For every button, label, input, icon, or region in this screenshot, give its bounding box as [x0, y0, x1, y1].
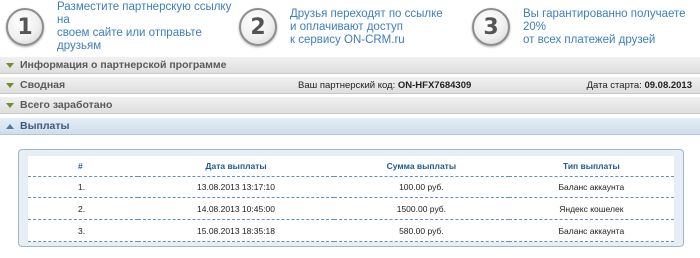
partner-code: Ваш партнерский код: ON-HFX7684309	[298, 80, 471, 91]
cell-type: Баланс аккаунта	[508, 176, 674, 199]
cell-date: 13.08.2013 13:17:10	[138, 176, 335, 199]
cell-date: 14.08.2013 10:45:00	[138, 197, 335, 221]
step-number-1-icon: 1	[6, 8, 44, 46]
triangle-up-icon	[6, 123, 14, 129]
section-summary-title: Сводная	[20, 79, 66, 91]
table-row: 3. 15.08.2013 18:35:18 580.00 руб. Балан…	[28, 219, 674, 242]
partner-steps: 1 Разместите партнерскую ссылку на своем…	[0, 0, 700, 54]
cell-number: 3.	[28, 219, 138, 242]
col-type-header: Тип выплаты	[508, 156, 674, 177]
start-date-label: Дата старта:	[586, 79, 642, 91]
step-3-line: от всех платежей друзей	[523, 33, 656, 46]
table-header-row: # Дата выплаты Сумма выплаты Тип выплаты	[28, 156, 674, 177]
payouts-panel: # Дата выплаты Сумма выплаты Тип выплаты…	[18, 149, 684, 247]
step-2: 2 Друзья переходят по ссылке и оплачиваю…	[233, 0, 466, 54]
cell-type: Баланс аккаунта	[508, 219, 674, 242]
section-payouts-header[interactable]: Выплаты	[0, 117, 700, 135]
step-3: 3 Вы гарантированно получаете 20% от все…	[466, 0, 699, 54]
step-2-text: Друзья переходят по ссылке и оплачивают …	[290, 8, 443, 47]
step-3-text: Вы гарантированно получаете 20% от всех …	[523, 8, 699, 47]
step-1-line: Разместите партнерскую ссылку на	[57, 1, 232, 26]
step-1: 1 Разместите партнерскую ссылку на своем…	[0, 0, 233, 54]
step-number-2-icon: 2	[239, 8, 277, 46]
step-1-line: своем сайте или отправьте друзьям	[57, 27, 202, 52]
section-payouts-title: Выплаты	[20, 120, 70, 132]
col-number-header: #	[28, 156, 138, 177]
section-earned-header[interactable]: Всего заработано	[0, 96, 700, 114]
start-date: Дата старта: 09.08.2013	[587, 80, 692, 91]
cell-amount: 100.00 руб.	[334, 176, 509, 199]
section-summary-header[interactable]: Сводная Ваш партнерский код: ON-HFX76843…	[0, 76, 700, 94]
triangle-down-icon	[6, 82, 14, 88]
step-2-line: к сервису ON-CRM.ru	[290, 33, 405, 46]
step-3-line: Вы гарантированно получаете 20%	[523, 7, 686, 33]
cell-date: 15.08.2013 18:35:18	[138, 219, 335, 242]
section-info-header[interactable]: Информация о партнерской программе	[0, 56, 700, 74]
step-2-line: Друзья переходят по ссылке	[290, 7, 443, 20]
section-earned-title: Всего заработано	[20, 99, 113, 111]
triangle-down-icon	[6, 102, 14, 108]
col-date-header: Дата выплаты	[138, 156, 335, 177]
step-2-line: и оплачивают доступ	[290, 20, 403, 33]
cell-number: 2.	[28, 197, 138, 221]
cell-amount: 1500.00 руб.	[334, 197, 509, 221]
step-number-3-icon: 3	[472, 8, 510, 46]
cell-type: Яндекс кошелек	[508, 197, 674, 221]
step-1-text: Разместите партнерскую ссылку на своем с…	[57, 1, 233, 53]
section-info-title: Информация о партнерской программе	[20, 59, 227, 71]
start-date-value: 09.08.2013	[644, 79, 692, 91]
col-amount-header: Сумма выплаты	[334, 156, 509, 177]
table-row: 2. 14.08.2013 10:45:00 1500.00 руб. Янде…	[28, 197, 674, 221]
payouts-table: # Дата выплаты Сумма выплаты Тип выплаты…	[28, 156, 674, 242]
cell-number: 1.	[28, 176, 138, 199]
cell-amount: 580.00 руб.	[334, 219, 509, 242]
triangle-down-icon	[6, 62, 14, 68]
partner-code-label: Ваш партнерский код:	[298, 79, 396, 91]
table-row: 1. 13.08.2013 13:17:10 100.00 руб. Балан…	[28, 176, 674, 199]
partner-code-value: ON-HFX7684309	[397, 79, 472, 91]
